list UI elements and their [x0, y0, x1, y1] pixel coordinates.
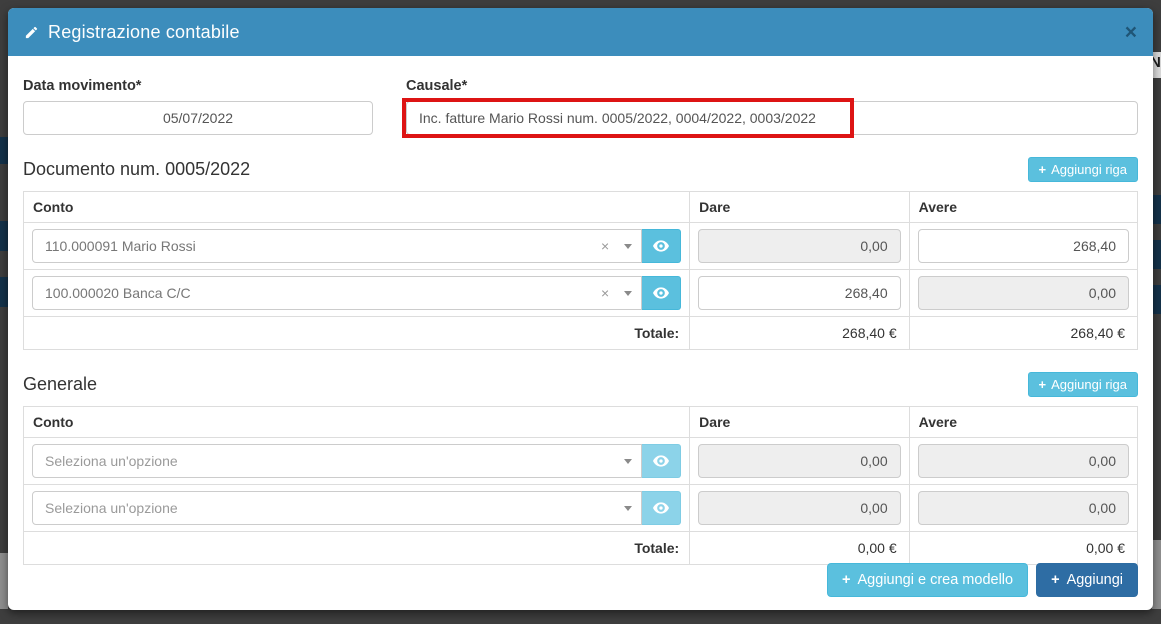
total-dare: 268,40 €: [690, 317, 909, 350]
modal-title: Registrazione contabile: [48, 22, 240, 43]
caret-down-icon: [624, 291, 632, 296]
avere-input: [918, 444, 1129, 478]
aggiungi-e-crea-modello-button[interactable]: + Aggiungi e crea modello: [827, 563, 1028, 597]
totals-row: Totale: 268,40 € 268,40 €: [24, 317, 1138, 350]
causale-field-group: Causale*: [406, 70, 1138, 135]
generale-table: Conto Dare Avere Seleziona un'opzione: [23, 406, 1138, 565]
eye-button[interactable]: [642, 276, 681, 310]
add-row-label: Aggiungi riga: [1051, 162, 1127, 177]
conto-select-value: 100.000020 Banca C/C: [45, 285, 601, 301]
backdrop-band: [0, 221, 8, 251]
date-field-label: Data movimento*: [23, 78, 373, 94]
documento-section-head: Documento num. 0005/2022 + Aggiungi riga: [23, 157, 1138, 182]
plus-icon: +: [842, 572, 850, 588]
total-label: Totale:: [24, 317, 690, 350]
aggiungi-button[interactable]: + Aggiungi: [1036, 563, 1138, 597]
table-row: 100.000020 Banca C/C ×: [24, 270, 1138, 317]
backdrop-band: [0, 553, 8, 609]
add-row-button-documento[interactable]: + Aggiungi riga: [1028, 157, 1138, 182]
table-header-row: Conto Dare Avere: [24, 407, 1138, 438]
eye-icon: [653, 287, 669, 299]
eye-icon: [653, 240, 669, 252]
modal-header: Registrazione contabile ×: [8, 8, 1153, 56]
caret-down-icon: [624, 506, 632, 511]
eye-icon: [653, 502, 669, 514]
conto-select[interactable]: 100.000020 Banca C/C ×: [32, 276, 642, 310]
clear-icon[interactable]: ×: [601, 285, 609, 301]
total-dare: 0,00 €: [690, 532, 909, 565]
total-label: Totale:: [24, 532, 690, 565]
generale-section-title: Generale: [23, 374, 97, 395]
close-icon[interactable]: ×: [1125, 22, 1137, 43]
table-row: Seleziona un'opzione: [24, 485, 1138, 532]
column-header-dare: Dare: [690, 192, 909, 223]
backdrop-band: No: [1152, 52, 1161, 78]
total-avere: 268,40 €: [909, 317, 1137, 350]
caret-down-icon: [624, 459, 632, 464]
date-field-group: Data movimento*: [23, 70, 373, 135]
plus-icon: +: [1039, 377, 1047, 392]
add-row-button-generale[interactable]: + Aggiungi riga: [1028, 372, 1138, 397]
avere-input: [918, 276, 1129, 310]
plus-icon: +: [1039, 162, 1047, 177]
column-header-conto: Conto: [24, 407, 690, 438]
conto-select-placeholder: Seleziona un'opzione: [45, 500, 624, 516]
dare-input: [698, 229, 900, 263]
causale-field-label: Causale*: [406, 78, 1138, 94]
eye-button[interactable]: [642, 229, 681, 263]
column-header-avere: Avere: [909, 192, 1137, 223]
button-label: Aggiungi e crea modello: [858, 572, 1014, 588]
caret-down-icon: [624, 244, 632, 249]
conto-select[interactable]: Seleziona un'opzione: [32, 491, 642, 525]
add-row-label: Aggiungi riga: [1051, 377, 1127, 392]
modal-body: Data movimento* Causale* Documento num. …: [8, 56, 1153, 610]
conto-select[interactable]: 110.000091 Mario Rossi ×: [32, 229, 642, 263]
dare-input: [698, 444, 900, 478]
button-label: Aggiungi: [1067, 572, 1123, 588]
backdrop-text-fragment: No: [1152, 54, 1161, 71]
eye-button: [642, 444, 681, 478]
modal-footer: + Aggiungi e crea modello + Aggiungi: [827, 563, 1138, 597]
backdrop-band: [1152, 240, 1161, 269]
documento-section-title: Documento num. 0005/2022: [23, 159, 250, 180]
top-fields-row: Data movimento* Causale*: [23, 70, 1138, 135]
backdrop-band: [0, 137, 8, 164]
column-header-dare: Dare: [690, 407, 909, 438]
clear-icon[interactable]: ×: [601, 238, 609, 254]
total-avere: 0,00 €: [909, 532, 1137, 565]
totals-row: Totale: 0,00 € 0,00 €: [24, 532, 1138, 565]
eye-icon: [653, 455, 669, 467]
conto-select-placeholder: Seleziona un'opzione: [45, 453, 624, 469]
table-header-row: Conto Dare Avere: [24, 192, 1138, 223]
table-row: 110.000091 Mario Rossi ×: [24, 223, 1138, 270]
plus-icon: +: [1051, 572, 1059, 588]
conto-select[interactable]: Seleziona un'opzione: [32, 444, 642, 478]
column-header-conto: Conto: [24, 192, 690, 223]
column-header-avere: Avere: [909, 407, 1137, 438]
backdrop-band: [1152, 540, 1161, 609]
registrazione-contabile-modal: Registrazione contabile × Data movimento…: [8, 8, 1153, 610]
backdrop-band: [0, 277, 8, 307]
documento-table: Conto Dare Avere 110.000091 Mario Rossi …: [23, 191, 1138, 350]
eye-button: [642, 491, 681, 525]
dare-input[interactable]: [698, 276, 900, 310]
avere-input[interactable]: [918, 229, 1129, 263]
backdrop-band: [1152, 285, 1161, 314]
backdrop-band: [1152, 195, 1161, 224]
causale-input-wrap: [406, 101, 1138, 135]
pencil-icon: [24, 25, 39, 40]
date-input[interactable]: [23, 101, 373, 135]
avere-input: [918, 491, 1129, 525]
conto-select-value: 110.000091 Mario Rossi: [45, 238, 601, 254]
causale-input[interactable]: [406, 101, 1138, 135]
dare-input: [698, 491, 900, 525]
table-row: Seleziona un'opzione: [24, 438, 1138, 485]
generale-section-head: Generale + Aggiungi riga: [23, 372, 1138, 397]
